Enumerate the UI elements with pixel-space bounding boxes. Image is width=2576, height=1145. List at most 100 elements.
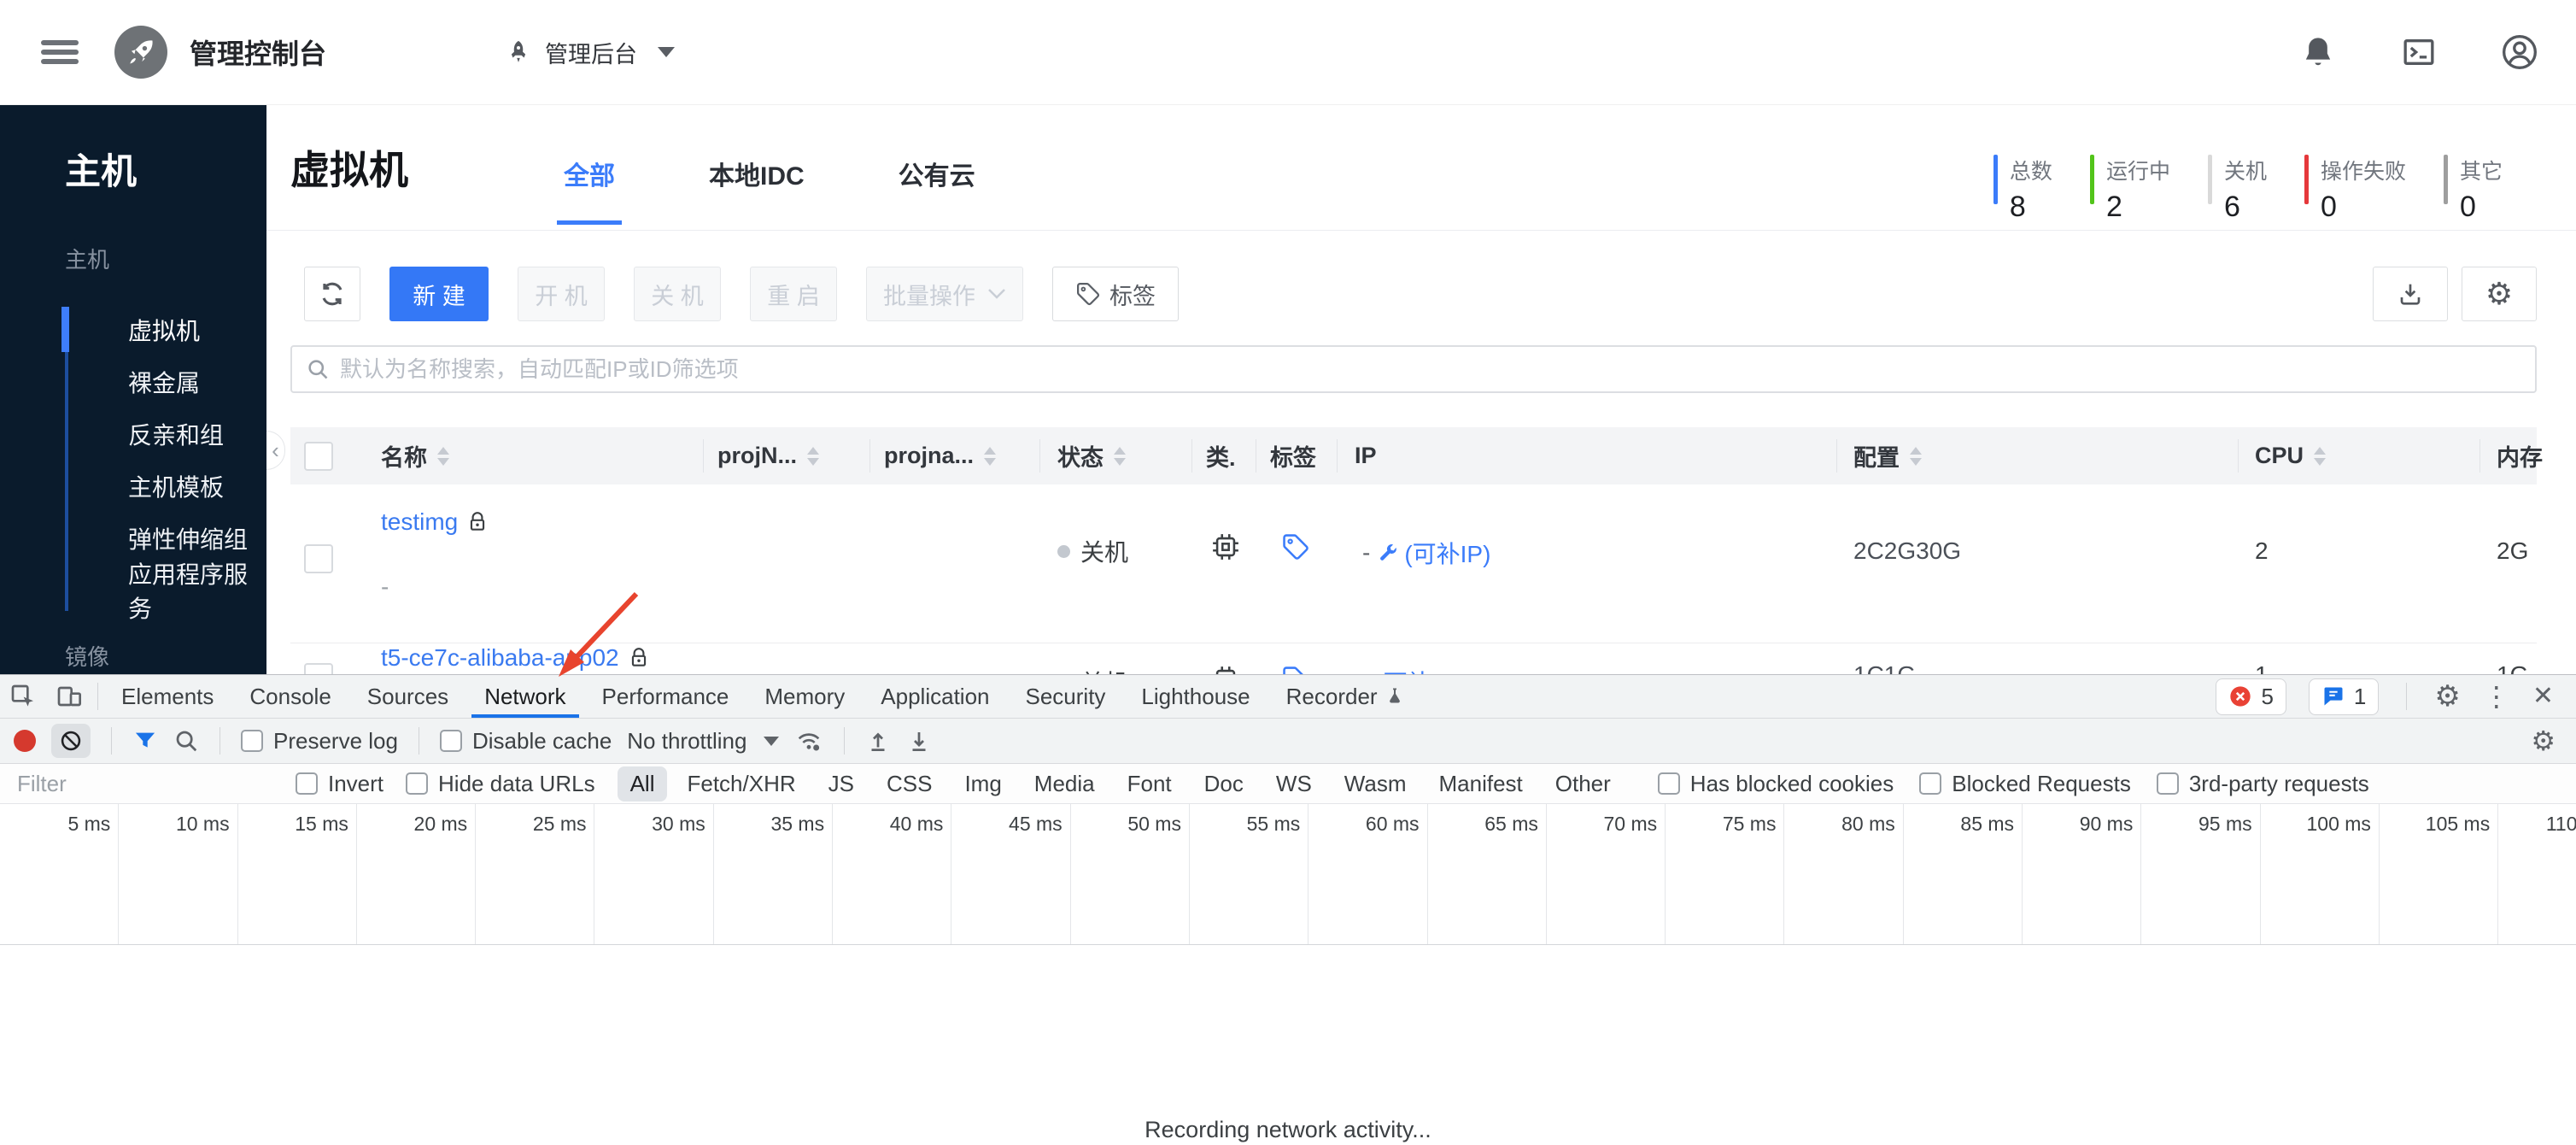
export-button[interactable]: [2373, 267, 2448, 321]
filter-type-pill[interactable]: Other: [1543, 766, 1624, 802]
power-off-button[interactable]: 关 机: [634, 267, 721, 321]
vm-name-link[interactable]: testimg: [381, 508, 489, 536]
sort-icon[interactable]: [984, 446, 997, 466]
sort-icon[interactable]: [807, 446, 819, 466]
filter-checkbox[interactable]: Blocked Requests: [1919, 771, 2131, 797]
notification-bell-icon[interactable]: [2299, 33, 2337, 71]
filter-checkbox[interactable]: 3rd-party requests: [2156, 771, 2369, 797]
vm-tag-icon[interactable]: [1281, 532, 1310, 561]
row-checkbox[interactable]: [304, 544, 333, 573]
fix-ip-link[interactable]: (可补IP): [1377, 536, 1490, 570]
filter-type-pill[interactable]: WS: [1263, 766, 1325, 802]
search-input[interactable]: [340, 355, 2521, 383]
filter-type-pill[interactable]: Doc: [1191, 766, 1256, 802]
devtools-tab-recorder[interactable]: Recorder: [1268, 675, 1423, 718]
filter-type-pill[interactable]: Media: [1022, 766, 1108, 802]
invert-checkbox[interactable]: Invert: [296, 771, 383, 797]
filter-type-pill[interactable]: Img: [951, 766, 1014, 802]
filter-type-pill[interactable]: Font: [1115, 766, 1185, 802]
sidebar-item[interactable]: 应用程序服务: [0, 561, 266, 622]
filter-type-pill[interactable]: JS: [816, 766, 867, 802]
checkbox[interactable]: [1657, 772, 1680, 795]
column-header-ip[interactable]: IP: [1355, 427, 1377, 484]
console-errors-badge[interactable]: 5: [2216, 678, 2286, 715]
sidebar-item[interactable]: 主机模板: [0, 460, 266, 512]
devtools-menu-kebab-icon[interactable]: ⋮: [2483, 683, 2510, 710]
column-header-cpu[interactable]: CPU: [2255, 427, 2327, 484]
devtools-tab-application[interactable]: Application: [863, 675, 1007, 718]
devtools-settings-gear-icon[interactable]: ⚙: [2434, 682, 2460, 711]
vm-tag-icon[interactable]: [1281, 665, 1310, 674]
sidebar-item[interactable]: 裸金属: [0, 355, 266, 408]
sidebar-collapse-handle[interactable]: ‹: [266, 431, 285, 470]
sidebar-item[interactable]: 虚拟机: [0, 303, 266, 355]
sort-icon[interactable]: [2314, 446, 2327, 466]
vm-name-link[interactable]: t5-ce7c-alibaba-app02: [381, 644, 650, 672]
create-vm-button[interactable]: 新 建: [389, 267, 489, 321]
devtools-tab-console[interactable]: Console: [231, 675, 348, 718]
table-settings-button[interactable]: ⚙: [2462, 267, 2537, 321]
row-checkbox[interactable]: [304, 663, 333, 674]
devtools-tab-network[interactable]: Network: [466, 675, 583, 718]
vm-type-icon[interactable]: [1211, 665, 1240, 674]
batch-actions-button[interactable]: 批量操作: [866, 267, 1023, 321]
filter-type-pill[interactable]: All: [617, 766, 668, 802]
tag-button[interactable]: 标签: [1052, 267, 1179, 321]
menu-hamburger-icon[interactable]: [38, 35, 82, 69]
column-header-type[interactable]: 类.: [1206, 427, 1236, 484]
filter-type-pill[interactable]: Wasm: [1332, 766, 1420, 802]
column-header-projn[interactable]: projN...: [717, 427, 819, 484]
disable-cache-checkbox[interactable]: Disable cache: [439, 728, 612, 755]
checkbox[interactable]: [1919, 772, 1942, 795]
clear-network-log-button[interactable]: [51, 724, 91, 758]
column-header-config[interactable]: 配置: [1853, 427, 1922, 484]
record-network-log-button[interactable]: [14, 730, 36, 752]
network-overview-timeline[interactable]: 5 ms 10 ms 15 ms 20 ms 25 ms 30 ms 35 ms 40 ms 4…: [0, 804, 2576, 945]
network-conditions-icon[interactable]: [794, 727, 823, 755]
filter-toggle-button[interactable]: [132, 729, 158, 753]
sort-icon[interactable]: [1910, 446, 1922, 466]
fix-ip-link[interactable]: - (可补IP): [1362, 665, 1461, 674]
search-network-button[interactable]: [173, 728, 199, 754]
devtools-tab-lighthouse[interactable]: Lighthouse: [1123, 675, 1268, 718]
devtools-close-icon[interactable]: ✕: [2532, 684, 2554, 709]
filter-type-pill[interactable]: Manifest: [1426, 766, 1536, 802]
column-header-projna[interactable]: projna...: [884, 427, 997, 484]
network-filter-input[interactable]: [17, 770, 273, 797]
inspect-element-icon[interactable]: [0, 675, 46, 718]
column-header-name[interactable]: 名称: [381, 427, 449, 484]
column-header-memory[interactable]: 内存: [2497, 427, 2543, 484]
search-bar[interactable]: [290, 345, 2537, 393]
select-all-checkbox[interactable]: [304, 427, 333, 484]
column-header-tags[interactable]: 标签: [1270, 427, 1316, 484]
network-settings-gear-icon[interactable]: ⚙: [2531, 727, 2556, 755]
device-toolbar-icon[interactable]: [46, 675, 92, 718]
refresh-button[interactable]: [304, 267, 360, 321]
import-har-icon[interactable]: [865, 728, 891, 754]
preserve-log-checkbox[interactable]: Preserve log: [241, 728, 398, 755]
sort-icon[interactable]: [437, 446, 449, 466]
devtools-tab-security[interactable]: Security: [1008, 675, 1124, 718]
export-har-icon[interactable]: [906, 728, 932, 754]
terminal-icon[interactable]: [2400, 33, 2438, 71]
filter-type-pill[interactable]: CSS: [874, 766, 945, 802]
checkbox[interactable]: [2156, 772, 2179, 795]
table-row[interactable]: t5-ce7c-alibaba-app02 关机 - (可补IP): [290, 643, 2537, 674]
sidebar-item[interactable]: 反亲和组: [0, 408, 266, 460]
issues-badge[interactable]: 1: [2308, 678, 2380, 715]
devtools-tab-performance[interactable]: Performance: [584, 675, 747, 718]
reboot-button[interactable]: 重 启: [750, 267, 837, 321]
column-header-status[interactable]: 状态: [1057, 427, 1126, 484]
devtools-tab-memory[interactable]: Memory: [746, 675, 863, 718]
filter-checkbox[interactable]: Has blocked cookies: [1657, 771, 1894, 797]
table-row[interactable]: testimg - 关机 - (可补IP) 2C2G30G 2 2G: [290, 484, 2537, 643]
vm-type-icon[interactable]: [1211, 532, 1240, 561]
hide-data-urls-checkbox[interactable]: Hide data URLs: [406, 771, 595, 797]
env-selector[interactable]: 管理后台: [506, 36, 676, 69]
user-avatar-icon[interactable]: [2501, 33, 2538, 71]
throttling-select[interactable]: No throttling: [627, 728, 780, 755]
devtools-tab-sources[interactable]: Sources: [349, 675, 466, 718]
devtools-tab-elements[interactable]: Elements: [103, 675, 231, 718]
power-on-button[interactable]: 开 机: [518, 267, 605, 321]
sort-icon[interactable]: [1114, 446, 1126, 466]
